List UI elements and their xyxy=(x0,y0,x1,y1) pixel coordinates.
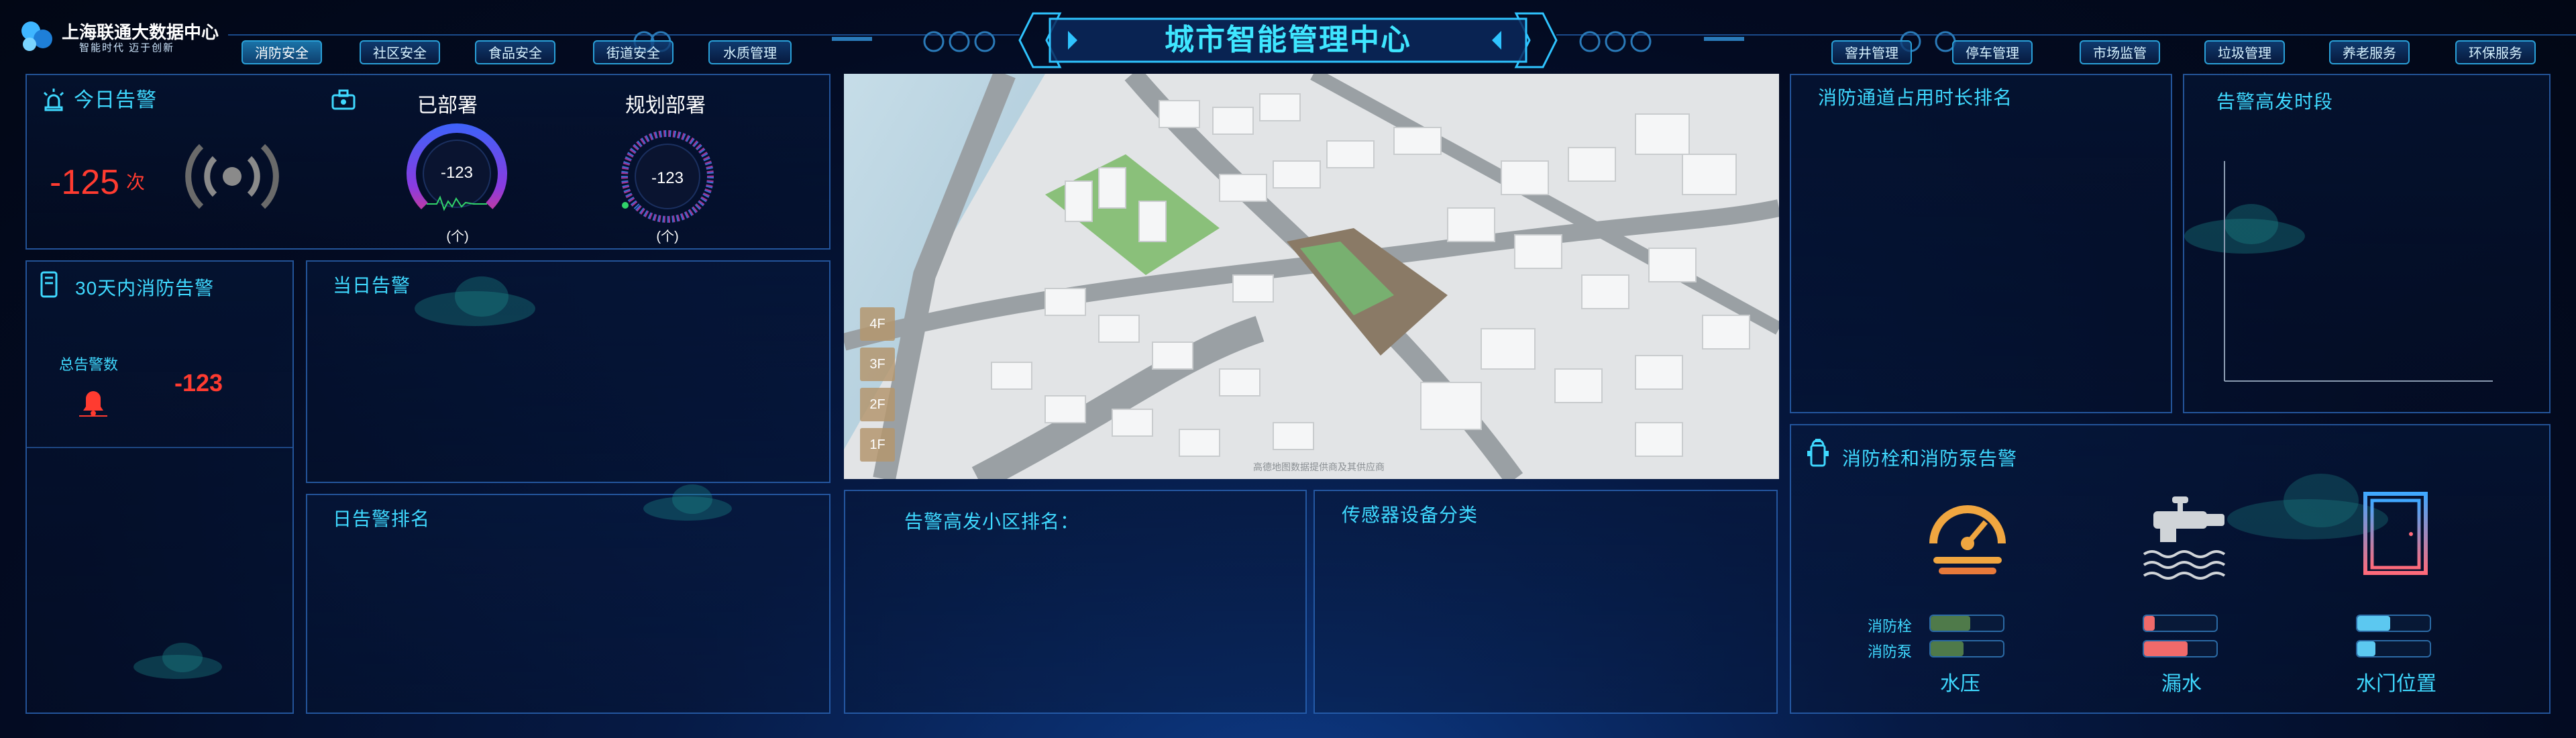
divider xyxy=(27,447,292,448)
today-alarm-value: -125 xyxy=(50,163,120,202)
gate-pump-bar xyxy=(2356,640,2431,657)
total-alarm-label: 总告警数 xyxy=(59,356,119,373)
signal-icon xyxy=(185,144,279,209)
hydrant-title: 消防栓和消防泵告警 xyxy=(1842,448,2018,469)
city-map[interactable]: 高德地图数据提供商及其供应商 xyxy=(844,74,1779,479)
deployed-unit: (个) xyxy=(446,229,469,244)
day-rank-panel: 日告警排名 xyxy=(306,494,830,714)
gate-hydrant-bar xyxy=(2356,615,2431,632)
leak-hydrant-bar xyxy=(2143,615,2218,632)
pressure-pump-bar xyxy=(1929,640,2004,657)
map-watermark: 高德地图数据提供商及其供应商 xyxy=(1253,462,1385,472)
fire-passage-panel: 消防通道占用时长排名 xyxy=(1790,74,2172,413)
map-render xyxy=(844,74,1779,479)
day-alarm-panel: 当日告警 xyxy=(306,260,830,483)
deployed-label: 已部署 xyxy=(417,95,478,117)
floor-3f-button[interactable]: 3F xyxy=(860,348,895,381)
pressure-gauge-icon xyxy=(1929,505,2006,574)
fire-passage-title: 消防通道占用时长排名 xyxy=(1818,87,2013,108)
nav-elderly[interactable]: 养老服务 xyxy=(2329,40,2410,64)
community-rank-panel: 告警高发小区排名： xyxy=(844,490,1307,714)
today-alarm-panel: 今日告警 -125 次 已部署 规划部署 -123 (个) -123 (个) xyxy=(25,74,830,250)
nav-fire-safety[interactable]: 消防安全 xyxy=(241,40,322,64)
nav-water-quality[interactable]: 水质管理 xyxy=(708,40,792,64)
total-alarm-value: -123 xyxy=(174,369,223,397)
nav-garbage[interactable]: 垃圾管理 xyxy=(2204,40,2285,64)
phone-icon xyxy=(40,271,58,298)
nav-street-safety[interactable]: 街道安全 xyxy=(593,40,674,64)
sensor-class-title: 传感器设备分类 xyxy=(1342,505,1479,525)
planned-label: 规划部署 xyxy=(625,95,706,117)
nav-environment[interactable]: 环保服务 xyxy=(2455,40,2536,64)
nav-community-safety[interactable]: 社区安全 xyxy=(360,40,440,64)
door-icon xyxy=(2363,492,2428,575)
bell-icon xyxy=(79,391,107,417)
nav-market[interactable]: 市场监管 xyxy=(2080,40,2160,64)
day-rank-title: 日告警排名 xyxy=(333,509,431,529)
alarm-period-title: 告警高发时段 xyxy=(2216,91,2334,112)
day-alarm-title: 当日告警 xyxy=(333,275,411,296)
today-alarm-unit: 次 xyxy=(126,172,146,193)
device-icon xyxy=(331,89,356,110)
floor-4f-button[interactable]: 4F xyxy=(860,307,895,341)
planned-unit: (个) xyxy=(656,229,679,244)
deployed-value: -123 xyxy=(440,164,474,182)
alarm-light-icon xyxy=(43,89,64,111)
floor-1f-button[interactable]: 1F xyxy=(860,428,895,462)
hydrant-panel: 消防栓和消防泵告警 消防栓 消防泵 水压 漏水 水门位置 xyxy=(1790,424,2551,714)
pump-legend-label: 消防泵 xyxy=(1868,643,1913,660)
faucet-icon xyxy=(2143,496,2226,580)
hydrant-legend-label: 消防栓 xyxy=(1868,618,1913,635)
nav-manhole[interactable]: 窨井管理 xyxy=(1831,40,1912,64)
fire-30days-title: 30天内消防告警 xyxy=(75,278,215,299)
cloud-decoration xyxy=(643,484,732,521)
cloud-decoration xyxy=(415,276,535,326)
community-rank-title: 告警高发小区排名： xyxy=(904,511,1080,532)
cloud-decoration xyxy=(133,643,222,679)
leak-pump-bar xyxy=(2143,640,2218,657)
hydrant-icon xyxy=(1807,439,1829,467)
floor-2f-button[interactable]: 2F xyxy=(860,388,895,421)
leak-label: 漏水 xyxy=(2161,673,2202,695)
planned-value: -123 xyxy=(651,169,684,187)
gate-position-label: 水门位置 xyxy=(2356,673,2436,695)
today-alarm-title: 今日告警 xyxy=(74,89,157,111)
nav-food-safety[interactable]: 食品安全 xyxy=(475,40,555,64)
pressure-hydrant-bar xyxy=(1929,615,2004,632)
sensor-class-panel: 传感器设备分类 xyxy=(1313,490,1778,714)
pressure-label: 水压 xyxy=(1940,673,1980,695)
period-chart-axes xyxy=(2224,161,2493,382)
alarm-period-panel: 告警高发时段 xyxy=(2183,74,2551,413)
nav-parking[interactable]: 停车管理 xyxy=(1952,40,2033,64)
page-title: 城市智能管理中心 xyxy=(1165,23,1411,56)
